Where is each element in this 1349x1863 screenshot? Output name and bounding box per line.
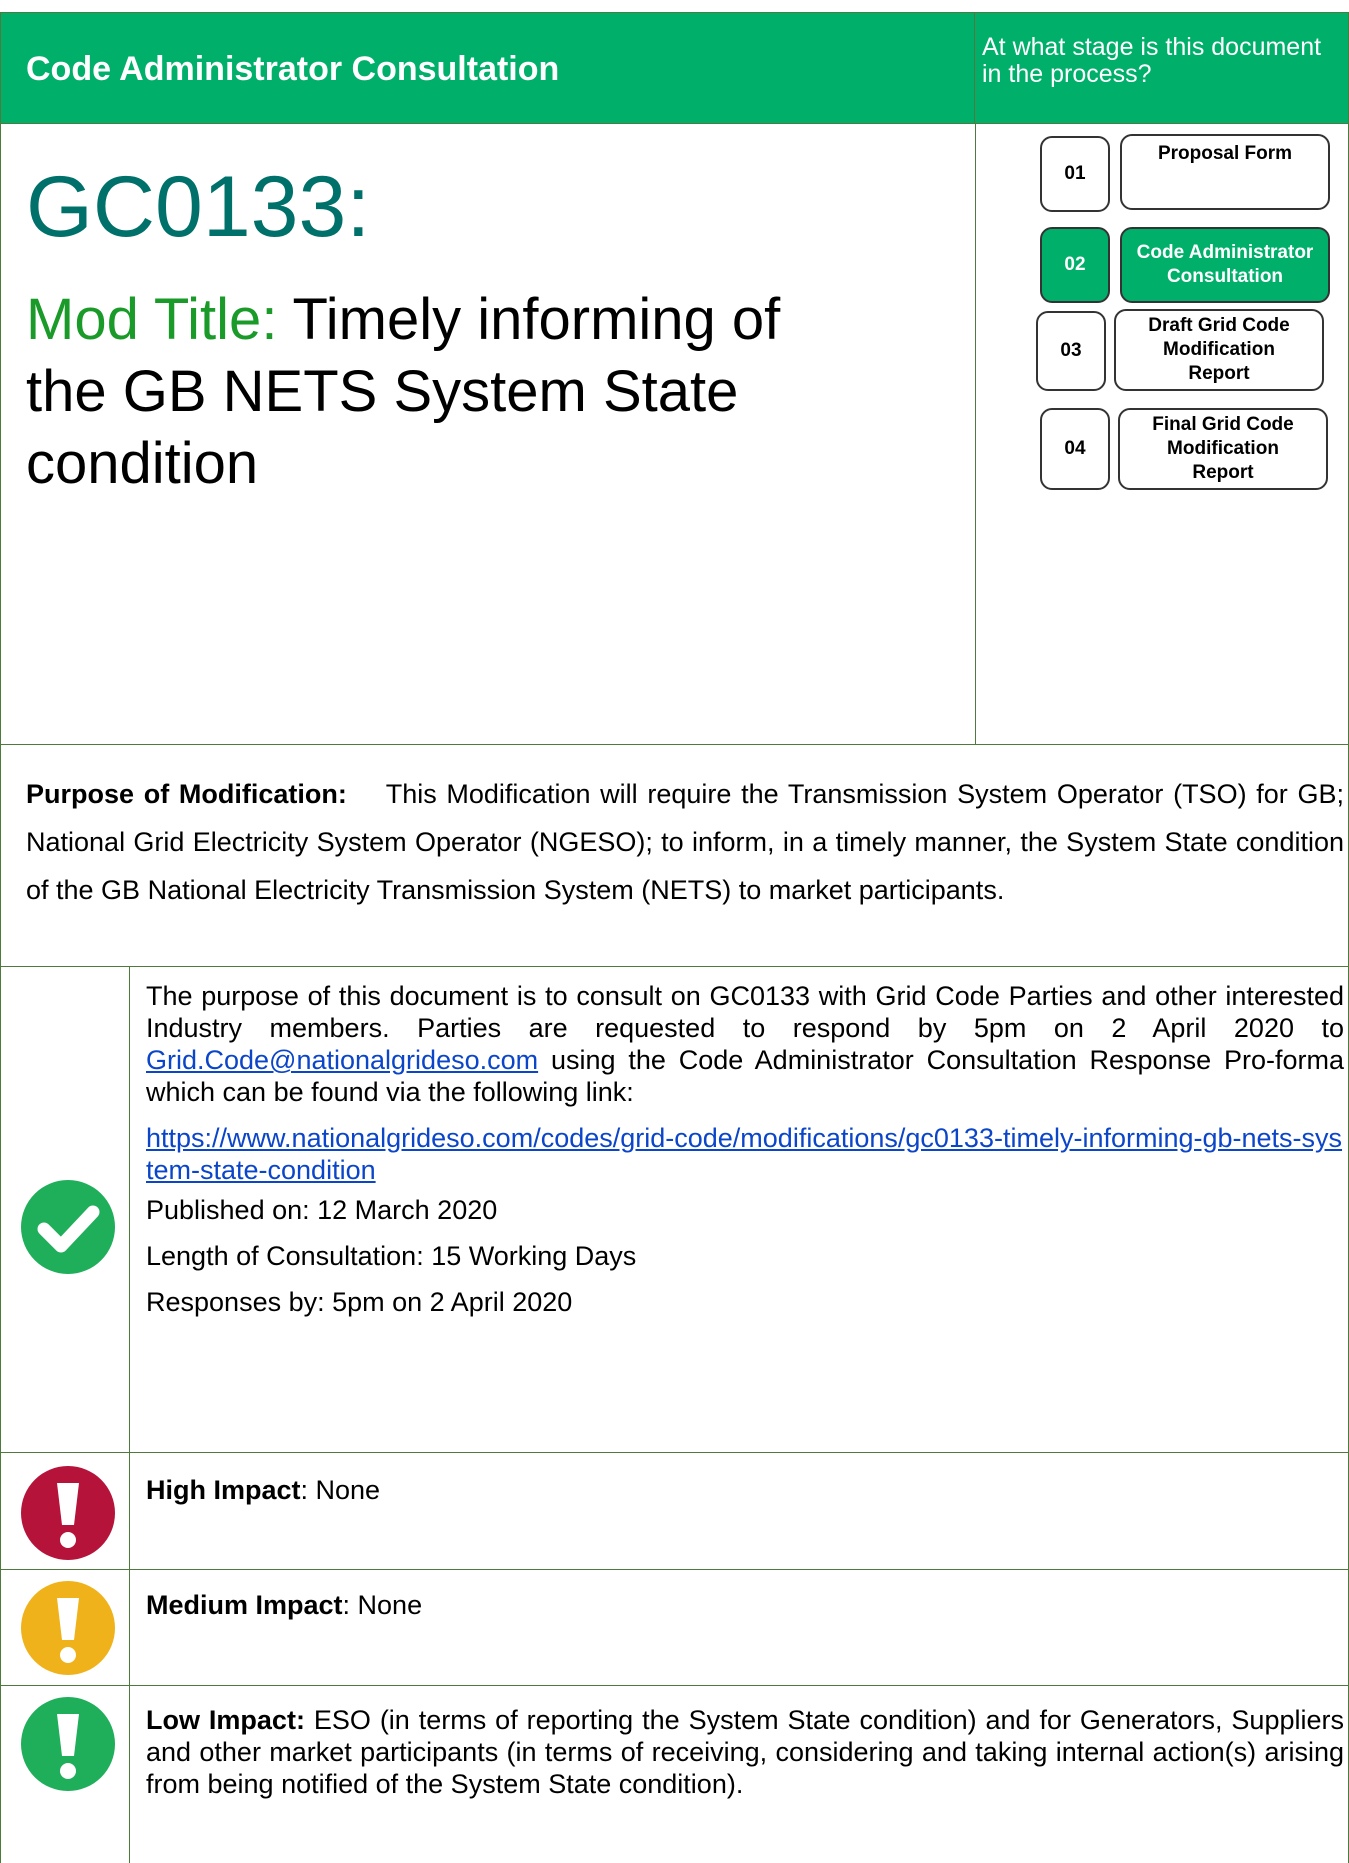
mod-title-label: Mod Title: <box>26 287 278 352</box>
high-impact: High Impact: None <box>146 1475 381 1505</box>
response-deadline: Responses by: 5pm on 2 April 2020 <box>146 1287 573 1317</box>
divider <box>0 1569 1349 1570</box>
stage-number-03: 03 <box>1036 311 1106 391</box>
stage-label-code-admin-consultation: Code Administrator Consultation <box>1120 227 1330 303</box>
mod-title-line1: Timely informing of <box>292 287 781 352</box>
published-date: Published on: 12 March 2020 <box>146 1195 498 1225</box>
stage-number-01: 01 <box>1040 136 1110 212</box>
exclamation-red-icon <box>21 1466 115 1560</box>
stage-label-final-report: Final Grid Code Modification Report <box>1118 408 1328 490</box>
consultation-details: The purpose of this document is to consu… <box>146 980 1344 1332</box>
stage-label-draft-report: Draft Grid Code Modification Report <box>1114 309 1324 391</box>
purpose-section: Purpose of Modification: This Modificati… <box>26 770 1344 914</box>
exclamation-amber-icon <box>21 1581 115 1675</box>
document-type-title: Code Administrator Consultation <box>26 50 560 88</box>
divider <box>0 1685 1349 1686</box>
modification-id: GC0133: <box>26 159 371 255</box>
stage-number-04: 04 <box>1040 408 1110 490</box>
stage-label-proposal-form: Proposal Form <box>1120 134 1330 210</box>
email-link[interactable]: Grid.Code@nationalgrideso.com <box>146 1045 538 1075</box>
stage-number-02: 02 <box>1040 227 1110 303</box>
check-circle-icon <box>21 1180 115 1274</box>
divider <box>0 744 1349 745</box>
icon-column-divider <box>129 966 130 1863</box>
medium-impact: Medium Impact: None <box>146 1590 423 1620</box>
consultation-length: Length of Consultation: 15 Working Days <box>146 1241 637 1271</box>
low-impact: Low Impact: ESO (in terms of reporting t… <box>146 1705 1344 1799</box>
mod-title-line3: condition <box>26 431 259 496</box>
modification-title: Mod Title: Timely informing of the GB NE… <box>26 284 926 500</box>
consultation-page-link[interactable]: https://www.nationalgrideso.com/codes/gr… <box>146 1123 1342 1185</box>
exclamation-green-icon <box>21 1697 115 1791</box>
stage-question: At what stage is this document in the pr… <box>982 33 1322 88</box>
left-border <box>0 744 1 1863</box>
purpose-label: Purpose of Modification: <box>26 779 347 809</box>
consultation-intro: The purpose of this document is to consu… <box>146 981 1344 1107</box>
divider <box>0 966 1349 967</box>
mod-title-line2: the GB NETS System State <box>26 359 739 424</box>
divider <box>0 1452 1349 1453</box>
